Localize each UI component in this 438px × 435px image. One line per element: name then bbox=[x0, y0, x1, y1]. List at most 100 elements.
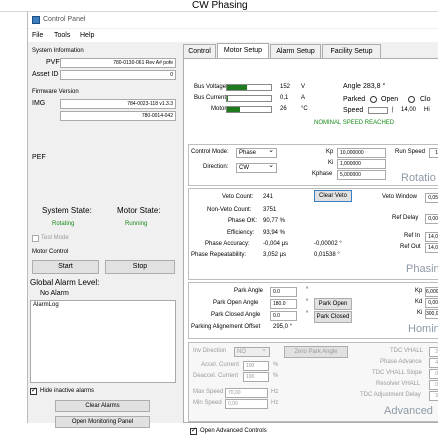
parked-radio bbox=[370, 96, 377, 103]
tdc-vhall-slope-field[interactable]: 0 bbox=[429, 369, 438, 379]
speed-bar bbox=[368, 107, 388, 114]
motor-state-value: Running bbox=[125, 221, 147, 227]
tab-facility-setup[interactable]: Facility Setup bbox=[322, 44, 381, 58]
angle-label: Angle bbox=[343, 83, 361, 90]
park-closed-button[interactable]: Park Closed bbox=[314, 311, 352, 323]
phase-repeatability-value-deg: 0,01538 ° bbox=[314, 252, 340, 258]
ref-delay-label: Ref Delay bbox=[392, 215, 418, 221]
efficiency-label: Efficiency: bbox=[227, 230, 254, 236]
homing-kp-label: Kp bbox=[415, 288, 422, 294]
run-speed-label: Run Speed bbox=[395, 149, 425, 155]
veto-count-value: 241 bbox=[263, 194, 273, 200]
accel-current-field[interactable]: 100 bbox=[243, 361, 269, 371]
tdc-vhall-slope-label: TDC VHALL Slope bbox=[372, 370, 422, 376]
ki-field[interactable]: 1,000000 bbox=[337, 159, 386, 169]
homing-section: Park Angle 0.0 ° Park Open Angle 180.0 °… bbox=[188, 282, 438, 339]
phase-repeatability-label: Phase Repeatability: bbox=[191, 252, 246, 258]
menu-file[interactable]: File bbox=[32, 32, 43, 39]
park-angle-degree: ° bbox=[306, 287, 308, 293]
resolver-vhall-field[interactable]: 0 bbox=[429, 380, 438, 390]
ref-in-field[interactable]: 14,0 bbox=[425, 232, 438, 242]
bus-current-unit: A bbox=[301, 95, 305, 101]
pvf-field[interactable]: 780-0130-061 Rev A# pofe bbox=[60, 58, 176, 68]
tdc-vhall-field[interactable]: 2 bbox=[429, 347, 438, 357]
control-panel-window: Control Panel File Tools Help System Inf… bbox=[27, 12, 438, 423]
max-speed-field[interactable]: 70,00 bbox=[225, 388, 268, 398]
park-open-button[interactable]: Park Open bbox=[314, 298, 352, 310]
inv-direction-select[interactable]: NO bbox=[234, 347, 270, 357]
stop-button[interactable]: Stop bbox=[105, 260, 175, 274]
max-speed-label: Max Speed bbox=[193, 389, 223, 395]
advanced-title: Advanced bbox=[384, 405, 433, 417]
parked-label: Parked bbox=[343, 96, 365, 103]
veto-window-field[interactable]: 0,05 bbox=[425, 193, 438, 203]
sheet-title: CW Phasing bbox=[192, 0, 248, 11]
start-button[interactable]: Start bbox=[32, 260, 99, 274]
non-veto-count-value: 3751 bbox=[263, 207, 276, 213]
test-mode-label: Test Mode bbox=[41, 235, 69, 241]
direction-select[interactable]: CW bbox=[236, 163, 277, 173]
firmware-title: Firmware Version bbox=[32, 89, 79, 95]
menu-help[interactable]: Help bbox=[80, 32, 94, 39]
rotation-section: Control Mode: Phase Direction: CW Kp 10,… bbox=[188, 144, 438, 186]
zero-park-angle-button[interactable]: Zero Park Angle bbox=[284, 346, 348, 358]
inv-direction-label: Inv Direction bbox=[193, 348, 226, 354]
motor-temp-bar-fill bbox=[227, 107, 240, 112]
tdc-vhall-label: TDC VHALL bbox=[390, 348, 423, 354]
homing-kp-field[interactable]: 6,000 bbox=[425, 287, 438, 297]
img-field-1[interactable]: 784-0023-118 v1.3.3 bbox=[60, 99, 176, 109]
checkmark-icon: ✓ bbox=[31, 386, 37, 394]
kphase-field[interactable]: 5,000000 bbox=[337, 170, 386, 180]
alarm-level-value: No Alarm bbox=[40, 290, 69, 297]
img-field-2[interactable]: 780-0014-042 bbox=[60, 111, 176, 121]
open-advanced-label: Open Advanced Controls bbox=[200, 428, 267, 434]
control-mode-select[interactable]: Phase bbox=[236, 148, 277, 158]
left-panel: System Information PVF 780-0130-061 Rev … bbox=[28, 44, 178, 423]
ref-delay-field[interactable]: 0,00 bbox=[425, 214, 438, 224]
alarm-log[interactable]: AlarmLog bbox=[30, 300, 176, 383]
resolver-vhall-label: Resolver VHALL bbox=[376, 381, 420, 387]
kp-field[interactable]: 10,000000 bbox=[337, 148, 386, 158]
clear-veto-button[interactable]: Clear Veto bbox=[314, 190, 352, 202]
motor-state-label: Motor State: bbox=[117, 206, 161, 215]
park-closed-angle-field[interactable]: 0.0 bbox=[270, 311, 297, 321]
open-radio bbox=[408, 96, 415, 103]
run-speed-field[interactable]: 1 bbox=[429, 148, 438, 158]
deaccel-current-field[interactable]: 100 bbox=[243, 372, 269, 382]
clear-alarms-button[interactable]: Clear Alarms bbox=[55, 400, 150, 412]
alarm-level-label: Global Alarm Level: bbox=[30, 278, 99, 287]
tab-control[interactable]: Control bbox=[183, 44, 216, 58]
homing-kd-field[interactable]: 0,00 bbox=[425, 298, 438, 308]
deaccel-current-label: Deaccel. Current bbox=[193, 373, 238, 379]
kphase-label: Kphase bbox=[312, 171, 332, 177]
tab-motor-setup[interactable]: Motor Setup bbox=[217, 43, 269, 58]
phase-advance-field[interactable]: 4 bbox=[429, 358, 438, 368]
non-veto-count-label: Non-Veto Count: bbox=[207, 207, 251, 213]
asset-id-field[interactable]: 0 bbox=[60, 70, 176, 80]
park-open-angle-label: Park Open Angle bbox=[213, 300, 258, 306]
accel-current-unit: % bbox=[273, 362, 278, 368]
speed-unit: Hi bbox=[424, 107, 430, 113]
test-mode-checkbox[interactable] bbox=[32, 235, 39, 242]
open-advanced-checkbox[interactable]: ✓ bbox=[190, 428, 197, 435]
open-monitoring-button[interactable]: Open Monitoring Panel bbox=[55, 416, 150, 428]
park-open-angle-field[interactable]: 180.0 bbox=[270, 299, 297, 309]
ref-out-field[interactable]: 14,0 bbox=[425, 243, 438, 253]
parking-offset-label: Parking Alignement Offset bbox=[191, 324, 260, 330]
rotation-title: Rotatio bbox=[401, 172, 436, 184]
speed-value: 14,00 bbox=[401, 107, 416, 113]
parking-offset-value: 295,0 ° bbox=[273, 324, 292, 330]
hide-inactive-checkbox[interactable]: ✓ bbox=[30, 388, 37, 395]
system-state-label: System State: bbox=[42, 206, 92, 215]
menu-tools[interactable]: Tools bbox=[54, 32, 70, 39]
system-state-value: Rotating bbox=[52, 221, 74, 227]
veto-count-label: Veto Count: bbox=[222, 194, 253, 200]
bus-voltage-value: 152 bbox=[280, 84, 290, 90]
park-angle-field[interactable]: 0.0 bbox=[270, 287, 297, 297]
min-speed-field[interactable]: 0,00 bbox=[225, 399, 268, 409]
tdc-adjustment-delay-field[interactable]: 3 bbox=[429, 391, 438, 401]
ref-out-label: Ref Out bbox=[400, 244, 421, 250]
homing-ki-field[interactable]: 300,0 bbox=[425, 309, 438, 319]
phase-accuracy-value-us: -0,004 µs bbox=[263, 241, 288, 247]
tab-alarm-setup[interactable]: Alarm Setup bbox=[270, 44, 321, 58]
